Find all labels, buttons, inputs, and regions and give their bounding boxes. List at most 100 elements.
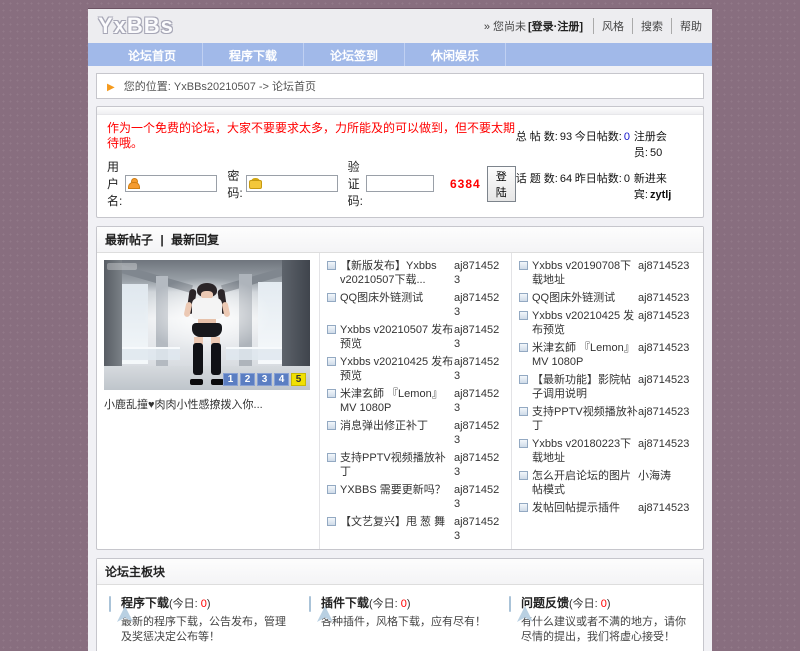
post-title[interactable]: 支持PPTV视频播放补丁 (340, 451, 454, 479)
reply-author[interactable]: aj8714523 (638, 341, 696, 355)
reply-title[interactable]: 支持PPTV视频播放补丁 (532, 405, 638, 433)
login-status-text: » 您尚未 (484, 18, 526, 34)
welcome-box-strip (97, 107, 703, 115)
post-title[interactable]: 【文艺复兴】甩 葱 舞 (340, 515, 454, 529)
reply-title[interactable]: 发帖回帖提示插件 (532, 501, 638, 515)
reply-author[interactable]: aj8714523 (638, 501, 696, 515)
password-label: 密 码: (227, 167, 242, 201)
post-author[interactable]: aj8714523 (454, 259, 504, 287)
post-author[interactable]: aj8714523 (454, 355, 504, 383)
post-author[interactable]: aj8714523 (454, 483, 504, 511)
post-row: 【文艺复兴】甩 葱 舞 aj8714523 (327, 513, 504, 545)
reply-author[interactable]: aj8714523 (638, 259, 696, 273)
board-description: 各种插件，风格下载，应有尽有！ (321, 615, 497, 630)
board-cell: 插件下载(今日: 0) 各种插件，风格下载，应有尽有！ (303, 594, 497, 645)
video-thumbnail[interactable]: 12345 (104, 260, 310, 390)
post-author[interactable]: aj8714523 (454, 451, 504, 479)
post-bullet-icon (519, 471, 528, 480)
reply-row: 支持PPTV视频播放补丁 aj8714523 (519, 403, 696, 435)
login-button[interactable]: 登陆 (487, 166, 516, 202)
slideshow-pagination: 12345 (223, 373, 306, 386)
post-bullet-icon (327, 421, 336, 430)
reply-row: QQ图床外链测试 aj8714523 (519, 289, 696, 307)
post-author[interactable]: aj8714523 (454, 419, 504, 447)
post-author[interactable]: aj8714523 (454, 515, 504, 543)
page-button[interactable]: 2 (240, 373, 255, 386)
reply-author[interactable]: aj8714523 (638, 373, 696, 387)
board-name[interactable]: 问题反馈 (521, 596, 569, 610)
tab-new-replies[interactable]: 最新回复 (171, 233, 219, 247)
reply-title[interactable]: Yxbbs v20210425 发布预览 (532, 309, 638, 337)
stat-members: 注册会员:50 (634, 128, 693, 160)
post-row: 消息弹出修正补丁 aj8714523 (327, 417, 504, 449)
tab-separator: | (160, 233, 163, 247)
post-title[interactable]: 米津玄師 『Lemon』 MV 1080P (340, 387, 454, 415)
post-bullet-icon (327, 389, 336, 398)
reply-row: Yxbbs v20210425 发布预览 aj8714523 (519, 307, 696, 339)
reply-title[interactable]: 米津玄師 『Lemon』 MV 1080P (532, 341, 638, 369)
post-bullet-icon (519, 407, 528, 416)
lock-icon (249, 178, 260, 189)
post-title[interactable]: Yxbbs v20210507 发布预览 (340, 323, 454, 351)
post-row: Yxbbs v20210425 发布预览 aj8714523 (327, 353, 504, 385)
breadcrumb-path[interactable]: YxBBs20210507 -> 论坛首页 (174, 81, 316, 93)
captcha-input[interactable] (366, 175, 434, 192)
breadcrumb-arrow-icon: ▶ (107, 82, 115, 93)
reply-row: 米津玄師 『Lemon』 MV 1080P aj8714523 (519, 339, 696, 371)
reply-title[interactable]: QQ图床外链测试 (532, 291, 638, 305)
tab-new-posts[interactable]: 最新帖子 (105, 233, 153, 247)
post-title[interactable]: Yxbbs v20210425 发布预览 (340, 355, 454, 383)
reply-title[interactable]: 怎么开启论坛的图片帖模式 (532, 469, 638, 497)
post-row: 【新版发布】Yxbbs v20210507下载... aj8714523 (327, 257, 504, 289)
post-title[interactable]: 消息弹出修正补丁 (340, 419, 454, 433)
nav-item[interactable]: 休闲娱乐 (405, 43, 506, 66)
reply-author[interactable]: aj8714523 (638, 309, 696, 323)
post-title[interactable]: QQ图床外链测试 (340, 291, 454, 305)
reply-row: Yxbbs v20190708下载地址 aj8714523 (519, 257, 696, 289)
site-header: YxBBs » 您尚未 [登录·注册] 风格搜索帮助 (88, 9, 712, 43)
post-author[interactable]: aj8714523 (454, 291, 504, 319)
page-button[interactable]: 1 (223, 373, 238, 386)
post-title[interactable]: YXBBS 需要更新吗？ (340, 483, 454, 497)
post-bullet-icon (327, 261, 336, 270)
board-description: 有什么建议或者不满的地方，请你尽情的提出，我们将虚心接受！ (521, 615, 697, 645)
reply-author[interactable]: aj8714523 (638, 437, 696, 451)
page-button[interactable]: 5 (291, 373, 306, 386)
nav-item[interactable]: 程序下载 (203, 43, 304, 66)
media-column: 12345 小鹿乱撞♥肉肉小性感撩拨入你... (97, 253, 319, 549)
board-name[interactable]: 程序下载 (121, 596, 169, 610)
post-row: Yxbbs v20210507 发布预览 aj8714523 (327, 321, 504, 353)
login-register-link[interactable]: [登录·注册] (528, 18, 583, 34)
media-caption[interactable]: 小鹿乱撞♥肉肉小性感撩拨入你... (104, 396, 312, 412)
reply-title[interactable]: Yxbbs v20190708下载地址 (532, 259, 638, 287)
reply-author[interactable]: aj8714523 (638, 405, 696, 419)
nav-item[interactable]: 论坛签到 (304, 43, 405, 66)
reply-title[interactable]: 【最新功能】影院帖子调用说明 (532, 373, 638, 401)
page-button[interactable]: 4 (274, 373, 289, 386)
post-author[interactable]: aj8714523 (454, 387, 504, 415)
user-icon (128, 178, 139, 189)
breadcrumb-wrap: ▶ 您的位置: YxBBs20210507 -> 论坛首页 (88, 66, 712, 106)
reply-author[interactable]: aj8714523 (638, 291, 696, 305)
header-link[interactable]: 搜索 (632, 18, 663, 34)
new-posts-list: 【新版发布】Yxbbs v20210507下载... aj8714523 QQ图… (319, 253, 511, 549)
page-button[interactable]: 3 (257, 373, 272, 386)
nav-item[interactable]: 论坛首页 (102, 43, 203, 66)
header-link[interactable]: 风格 (593, 18, 624, 34)
reply-row: 怎么开启论坛的图片帖模式 小海涛 (519, 467, 696, 499)
post-bullet-icon (519, 311, 528, 320)
main-boards-title: 论坛主板块 (97, 559, 703, 585)
post-bullet-icon (519, 375, 528, 384)
reply-title[interactable]: Yxbbs v20180223下载地址 (532, 437, 638, 465)
header-links: 风格搜索帮助 (585, 18, 702, 34)
post-title[interactable]: 【新版发布】Yxbbs v20210507下载... (340, 259, 454, 287)
new-replies-list: Yxbbs v20190708下载地址 aj8714523 QQ图床外链测试 a… (511, 253, 703, 549)
board-name[interactable]: 插件下载 (321, 596, 369, 610)
header-link[interactable]: 帮助 (671, 18, 702, 34)
post-row: 支持PPTV视频播放补丁 aj8714523 (327, 449, 504, 481)
post-author[interactable]: aj8714523 (454, 323, 504, 351)
post-bullet-icon (519, 343, 528, 352)
reply-author[interactable]: 小海涛 (638, 469, 696, 483)
board-icon (309, 596, 311, 612)
post-bullet-icon (327, 325, 336, 334)
